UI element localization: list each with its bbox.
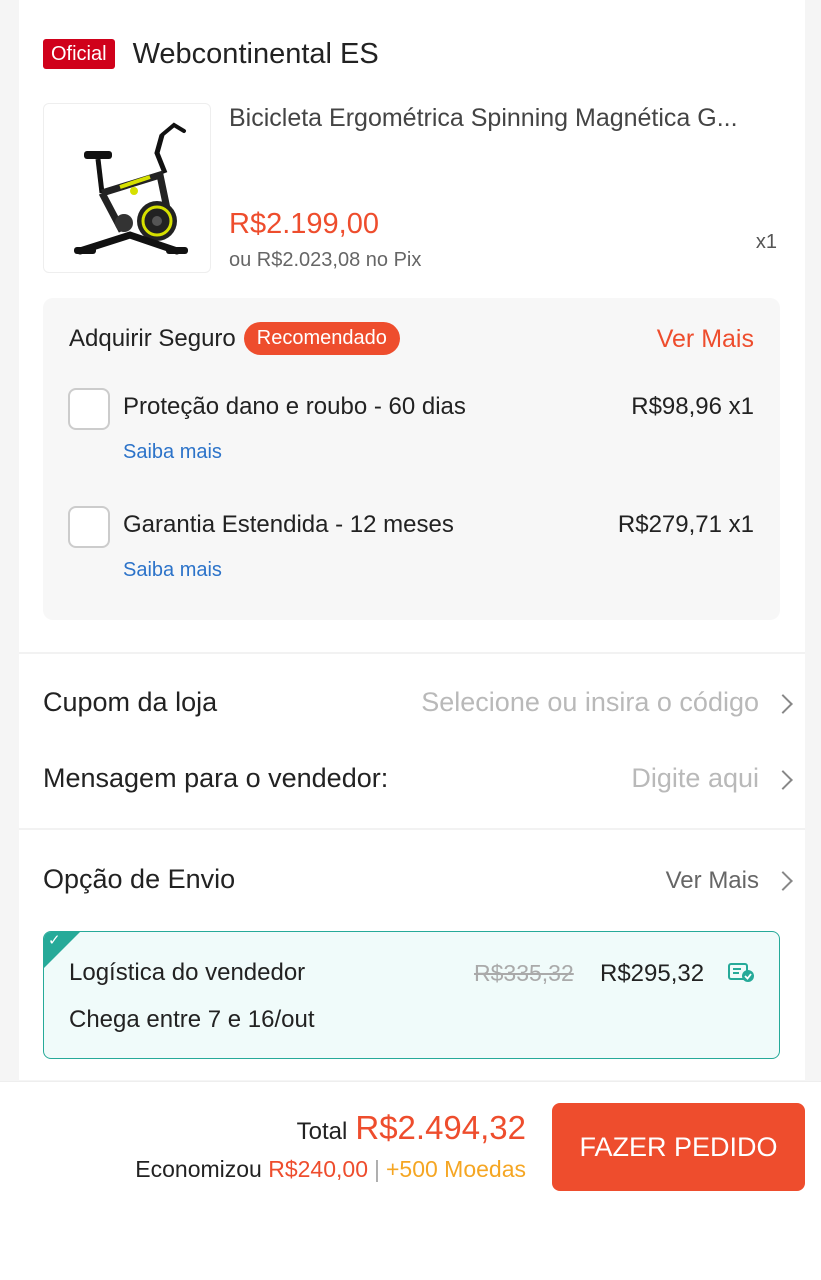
insurance-section: Adquirir Seguro Recomendado Ver Mais Pro… [43, 298, 780, 620]
insurance-see-more-link[interactable]: Ver Mais [657, 325, 754, 354]
product-quantity: x1 [755, 231, 777, 253]
seller-message-label: Mensagem para o vendedor: [43, 763, 389, 793]
separator: | [373, 1156, 380, 1182]
insurance-header: Adquirir Seguro Recomendado [69, 322, 400, 355]
shipping-option-name: Logística do vendedor [69, 959, 306, 986]
coupon-label: Cupom da loja [43, 687, 218, 717]
learn-more-link[interactable]: Saiba mais [123, 559, 222, 582]
shipping-eta: Chega entre 7 e 16/out [69, 1006, 315, 1033]
savings-value: R$240,00 [268, 1156, 368, 1182]
insurance-title: Adquirir Seguro [69, 324, 236, 352]
product-price: R$2.199,00 [229, 208, 379, 240]
shipping-see-more-link[interactable]: Ver Mais [666, 867, 759, 895]
shipping-old-price: R$335,32 [474, 960, 574, 986]
shop-name[interactable]: Webcontinental ES [133, 38, 379, 71]
official-badge: Oficial [43, 39, 115, 69]
shipping-voucher-icon [728, 963, 754, 982]
product-title[interactable]: Bicicleta Ergométrica Spinning Magnética… [229, 104, 781, 133]
insurance-item-name[interactable]: Garantia Estendida - 12 meses [123, 511, 454, 539]
shipping-label: Opção de Envio [43, 864, 236, 894]
coupon-input[interactable]: Selecione ou insira o código [421, 687, 759, 718]
insurance-item-name[interactable]: Proteção dano e roubo - 60 dias [123, 393, 466, 421]
shipping-option-card[interactable]: ✓ Logística do vendedor R$335,32 R$295,3… [43, 931, 780, 1059]
savings-label: Economizou [135, 1156, 262, 1182]
divider [19, 652, 805, 654]
seller-message-input[interactable]: Digite aqui [631, 763, 759, 794]
total-value: R$2.494,32 [355, 1109, 526, 1146]
coins-reward: +500 Moedas [385, 1156, 526, 1182]
check-icon: ✓ [48, 932, 61, 949]
divider [19, 828, 805, 830]
product-image[interactable] [43, 103, 211, 273]
learn-more-link[interactable]: Saiba mais [123, 441, 222, 464]
insurance-item-price: R$98,96 x1 [631, 393, 754, 420]
place-order-button[interactable]: FAZER PEDIDO [552, 1103, 805, 1191]
total-line: Total R$2.494,32 [297, 1109, 526, 1147]
recommended-badge: Recomendado [243, 322, 400, 355]
insurance-item-price: R$279,71 x1 [617, 511, 754, 538]
insurance-checkbox[interactable] [68, 388, 110, 430]
total-label: Total [296, 1118, 348, 1145]
shop-header[interactable]: Oficial Webcontinental ES [43, 36, 379, 72]
product-pix-price: ou R$2.023,08 no Pix [229, 249, 422, 271]
savings-line: Economizou R$240,00 | +500 Moedas [135, 1156, 526, 1183]
exercise-bike-icon [74, 122, 188, 255]
insurance-checkbox[interactable] [68, 506, 110, 548]
checkout-bar: Total R$2.494,32 Economizou R$240,00 | +50… [0, 1081, 821, 1280]
shipping-price: R$295,32 [600, 960, 705, 987]
